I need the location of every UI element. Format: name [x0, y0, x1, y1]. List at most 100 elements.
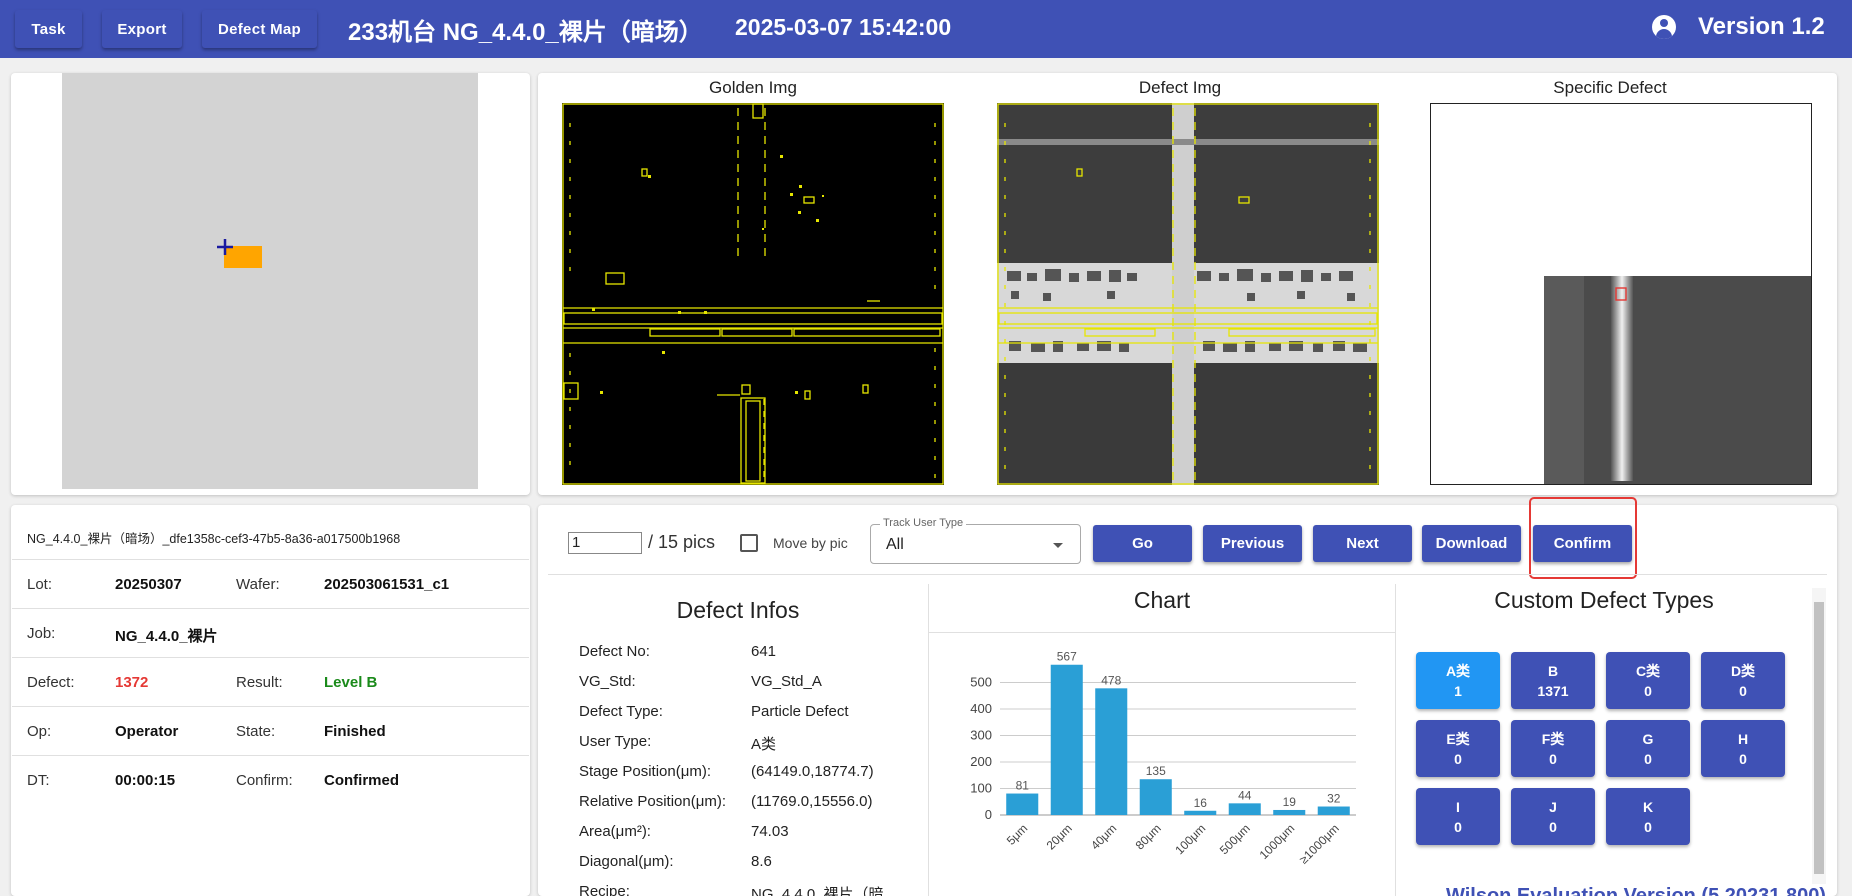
go-button[interactable]: Go — [1093, 525, 1192, 562]
defect-infos-title: Defect Infos — [676, 597, 800, 623]
move-by-pic-checkbox[interactable] — [740, 534, 758, 552]
previous-button[interactable]: Previous — [1203, 525, 1302, 562]
defect-type-name: F类 — [1541, 730, 1565, 747]
info-row-op-state: Op: Operator State: Finished — [12, 706, 529, 755]
wafer-value: 202503061531_c1 — [324, 576, 450, 593]
job-value: NG_4.4.0_裸片 — [115, 628, 218, 645]
chart-bar — [1273, 809, 1306, 815]
defect-type-button[interactable]: D类 0 — [1701, 652, 1785, 709]
chart-x-tick-label: 1000μm — [1257, 821, 1298, 862]
page-number-input[interactable]: 1 — [568, 532, 642, 554]
chart-bar — [1228, 803, 1261, 815]
chart-y-tick-label: 400 — [970, 701, 992, 716]
defect-info-value: NG_4.4.0_裸片（暗 — [751, 886, 884, 896]
defect-type-button[interactable]: H0 — [1701, 720, 1785, 777]
defect-info-key: Relative Position(μm): — [579, 793, 727, 810]
golden-image[interactable] — [562, 103, 944, 485]
lot-label: Lot: — [27, 576, 53, 593]
chart-y-tick-label: 0 — [985, 807, 992, 822]
defect-info-value: 8.6 — [751, 853, 772, 870]
defect-type-name: D类 — [1730, 662, 1756, 679]
defect-info-key: Stage Position(μm): — [579, 763, 712, 780]
dt-value: 00:00:15 — [115, 772, 176, 789]
info-row-job: Job: NG_4.4.0_裸片 — [12, 608, 529, 657]
defect-type-count: 0 — [1454, 750, 1462, 767]
defect-type-button[interactable]: G0 — [1606, 720, 1690, 777]
op-label: Op: — [27, 723, 52, 740]
defect-info-value: 641 — [751, 643, 777, 660]
chart-bar — [1050, 664, 1083, 815]
lot-value: 20250307 — [115, 576, 182, 593]
export-button[interactable]: Export — [102, 10, 182, 48]
result-label: Result: — [236, 674, 283, 691]
chart-title: Chart — [1133, 587, 1191, 613]
confirm-label: Confirm: — [236, 772, 293, 789]
defect-type-count: 1371 — [1537, 682, 1569, 699]
defect-info-key: Defect No: — [579, 643, 650, 660]
divider — [928, 584, 929, 896]
defect-type-name: I — [1456, 798, 1460, 815]
chart-x-tick-label: 40μm — [1088, 821, 1119, 852]
defect-type-count: 0 — [1739, 682, 1747, 699]
state-label: State: — [236, 723, 276, 740]
chart-bar — [1317, 806, 1350, 815]
scrollbar-thumb[interactable] — [1814, 602, 1824, 874]
confirm-highlight-box — [1529, 497, 1637, 579]
specific-defect-title: Specific Defect — [1553, 78, 1667, 97]
info-row-lot-wafer: Lot: 20250307 Wafer: 202503061531_c1 — [12, 559, 529, 608]
chart-data-label: 44 — [1238, 788, 1252, 802]
chart-bar — [1139, 779, 1172, 815]
chart-data-label: 19 — [1283, 795, 1297, 809]
defect-type-button[interactable]: I0 — [1416, 788, 1500, 845]
defect-size-bar-chart: 0 100 200 300 400 500 81 5μm 567 20μm 478 40μm 135 80… — [970, 650, 1356, 867]
defect-type-button[interactable]: A类 1 — [1416, 652, 1500, 709]
defect-type-button[interactable]: F类 0 — [1511, 720, 1595, 777]
next-button[interactable]: Next — [1313, 525, 1412, 562]
track-user-type-value: All — [886, 536, 904, 553]
chart-bar — [1184, 810, 1217, 815]
version-label: Version 1.2 — [1698, 13, 1825, 40]
info-row-dt-confirm: DT: 00:00:15 Confirm: Confirmed — [12, 755, 529, 804]
download-button[interactable]: Download — [1422, 525, 1521, 562]
defect-type-button[interactable]: J0 — [1511, 788, 1595, 845]
wafer-label: Wafer: — [236, 576, 280, 593]
result-value: Level B — [324, 674, 378, 691]
defect-image[interactable] — [997, 103, 1379, 485]
move-by-pic-label: Move by pic — [773, 535, 848, 551]
chart-y-tick-label: 500 — [970, 675, 992, 690]
chart-y-tick-label: 100 — [970, 781, 992, 796]
defect-info-key: Area(μm²): — [579, 823, 651, 840]
divider — [1395, 584, 1396, 896]
defect-info-key: User Type: — [579, 733, 652, 750]
defect-img-title: Defect Img — [1138, 78, 1222, 97]
chart-x-tick-label: 5μm — [1004, 821, 1031, 848]
specific-defect-image[interactable] — [1430, 103, 1812, 485]
defect-type-button[interactable]: K0 — [1606, 788, 1690, 845]
page-title: 233机台 NG_4.4.0_裸片（暗场） — [348, 19, 703, 46]
divider — [929, 632, 1395, 633]
dropdown-arrow-icon — [1053, 543, 1063, 548]
chart-data-label: 81 — [1016, 779, 1030, 793]
defect-info-value: A类 — [751, 736, 777, 753]
defect-type-button[interactable]: C类 0 — [1606, 652, 1690, 709]
defect-type-count: 0 — [1454, 818, 1462, 835]
confirm-value: Confirmed — [324, 772, 399, 789]
defect-type-button[interactable]: B 1371 — [1511, 652, 1595, 709]
defect-type-count: 1 — [1454, 682, 1462, 699]
defect-type-name: B — [1547, 662, 1559, 679]
defect-info-key: Defect Type: — [579, 703, 663, 720]
defect-type-name: K — [1642, 798, 1654, 815]
footer-version-text: Wilson Evaluation Version (5.20231.800) — [1446, 885, 1826, 896]
account-icon[interactable] — [1652, 15, 1676, 39]
chart-bar — [1095, 688, 1128, 815]
golden-image-overlay — [562, 103, 944, 485]
chart-x-tick-label: ≥1000μm — [1296, 821, 1341, 866]
chart-data-label: 16 — [1194, 796, 1208, 810]
defect-type-button[interactable]: E类 0 — [1416, 720, 1500, 777]
defect-info-key: Diagonal(μm): — [579, 853, 674, 870]
defect-info-value: VG_Std_A — [751, 673, 822, 690]
defect-map-button[interactable]: Defect Map — [202, 10, 317, 48]
wafer-map[interactable] — [62, 73, 478, 489]
task-button[interactable]: Task — [15, 10, 82, 48]
defect-type-count: 0 — [1644, 750, 1652, 767]
